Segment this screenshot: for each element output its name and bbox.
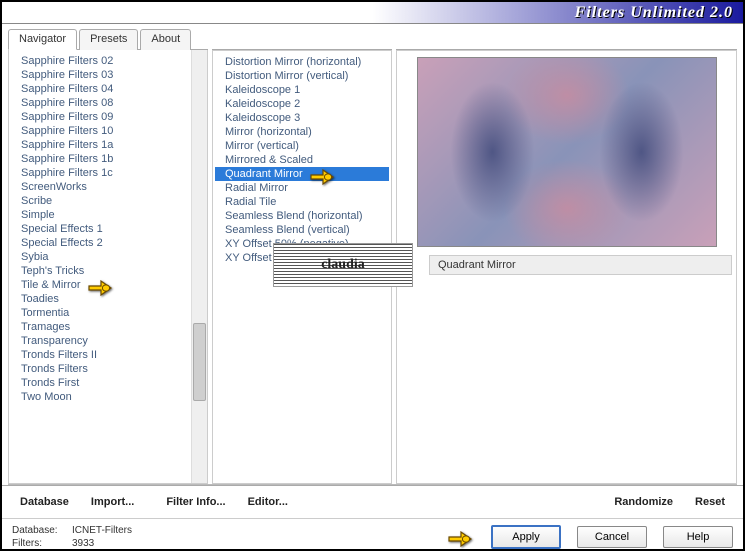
parameters-area (401, 279, 732, 479)
filter-item[interactable]: Mirrored & Scaled (215, 153, 389, 167)
tabs-spacer-right (396, 28, 737, 50)
watermark-claudia: claudia (273, 243, 413, 287)
tab-presets[interactable]: Presets (79, 29, 138, 50)
category-item[interactable]: Sapphire Filters 1c (11, 166, 189, 180)
category-item[interactable]: Tronds Filters II (11, 348, 189, 362)
status-info: Database: ICNET-Filters Filters: 3933 (12, 525, 132, 549)
filters-count-label: Filters: (12, 538, 66, 549)
filter-item[interactable]: Distortion Mirror (vertical) (215, 69, 389, 83)
category-scrollbar[interactable] (191, 50, 207, 483)
main-area: Navigator Presets About Sapphire Filters… (2, 24, 743, 484)
category-item[interactable]: Special Effects 2 (11, 236, 189, 250)
randomize-button[interactable]: Randomize (604, 492, 683, 512)
selected-filter-name: Quadrant Mirror (429, 255, 732, 275)
filter-item[interactable]: Radial Tile (215, 195, 389, 209)
category-item[interactable]: Sapphire Filters 1b (11, 152, 189, 166)
title-bar: Filters Unlimited 2.0 (2, 2, 743, 24)
scrollbar-thumb[interactable] (193, 323, 206, 401)
category-item[interactable]: Simple (11, 208, 189, 222)
filter-item[interactable]: Mirror (vertical) (215, 139, 389, 153)
app-title: Filters Unlimited 2.0 (575, 4, 733, 22)
pointer-icon (447, 527, 475, 547)
tabs-spacer (212, 28, 392, 50)
cancel-button[interactable]: Cancel (577, 526, 647, 548)
filter-item[interactable]: Kaleidoscope 3 (215, 111, 389, 125)
database-button[interactable]: Database (10, 492, 79, 512)
category-item[interactable]: Tronds Filters (11, 362, 189, 376)
reset-button[interactable]: Reset (685, 492, 735, 512)
category-item[interactable]: Tile & Mirror (11, 278, 189, 292)
category-item[interactable]: Sybia (11, 250, 189, 264)
tab-about[interactable]: About (140, 29, 191, 50)
preview-image (417, 57, 717, 247)
tab-navigator[interactable]: Navigator (8, 29, 77, 50)
filter-item[interactable]: Seamless Blend (vertical) (215, 223, 389, 237)
apply-button[interactable]: Apply (491, 525, 561, 549)
category-item[interactable]: Scribe (11, 194, 189, 208)
category-item[interactable]: Sapphire Filters 10 (11, 124, 189, 138)
category-item[interactable]: Tramages (11, 320, 189, 334)
filter-item[interactable]: Seamless Blend (horizontal) (215, 209, 389, 223)
filter-item[interactable]: Kaleidoscope 1 (215, 83, 389, 97)
category-item[interactable]: Sapphire Filters 09 (11, 110, 189, 124)
category-item[interactable]: Transparency (11, 334, 189, 348)
filters-count-value: 3933 (72, 538, 94, 549)
import-button[interactable]: Import... (81, 492, 144, 512)
tab-strip: Navigator Presets About (8, 28, 208, 50)
db-label: Database: (12, 525, 66, 536)
category-list[interactable]: Sapphire Filters 02Sapphire Filters 03Sa… (9, 50, 191, 483)
category-item[interactable]: ScreenWorks (11, 180, 189, 194)
filter-item[interactable]: Quadrant Mirror (215, 167, 389, 181)
filter-info-button[interactable]: Filter Info... (156, 492, 235, 512)
filter-item[interactable]: Kaleidoscope 2 (215, 97, 389, 111)
db-value: ICNET-Filters (72, 525, 132, 536)
filter-item[interactable]: Distortion Mirror (horizontal) (215, 55, 389, 69)
category-item[interactable]: Two Moon (11, 390, 189, 404)
filter-item[interactable]: Mirror (horizontal) (215, 125, 389, 139)
category-item[interactable]: Sapphire Filters 03 (11, 68, 189, 82)
editor-button[interactable]: Editor... (238, 492, 298, 512)
left-column: Navigator Presets About Sapphire Filters… (8, 28, 208, 484)
filter-label-row: claudia Quadrant Mirror (401, 251, 732, 275)
filter-item[interactable]: Radial Mirror (215, 181, 389, 195)
category-item[interactable]: Sapphire Filters 08 (11, 96, 189, 110)
toolbar-row: Database Import... Filter Info... Editor… (2, 485, 743, 518)
footer: Database: ICNET-Filters Filters: 3933 Ap… (2, 518, 743, 555)
category-item[interactable]: Tormentia (11, 306, 189, 320)
help-button[interactable]: Help (663, 526, 733, 548)
category-item[interactable]: Sapphire Filters 04 (11, 82, 189, 96)
category-item[interactable]: Toadies (11, 292, 189, 306)
right-pane: claudia Quadrant Mirror (396, 50, 737, 484)
category-item[interactable]: Special Effects 1 (11, 222, 189, 236)
category-list-container: Sapphire Filters 02Sapphire Filters 03Sa… (8, 50, 208, 484)
category-item[interactable]: Teph's Tricks (11, 264, 189, 278)
category-item[interactable]: Sapphire Filters 1a (11, 138, 189, 152)
category-item[interactable]: Tronds First (11, 376, 189, 390)
right-column: claudia Quadrant Mirror (396, 28, 737, 484)
category-item[interactable]: Sapphire Filters 02 (11, 54, 189, 68)
